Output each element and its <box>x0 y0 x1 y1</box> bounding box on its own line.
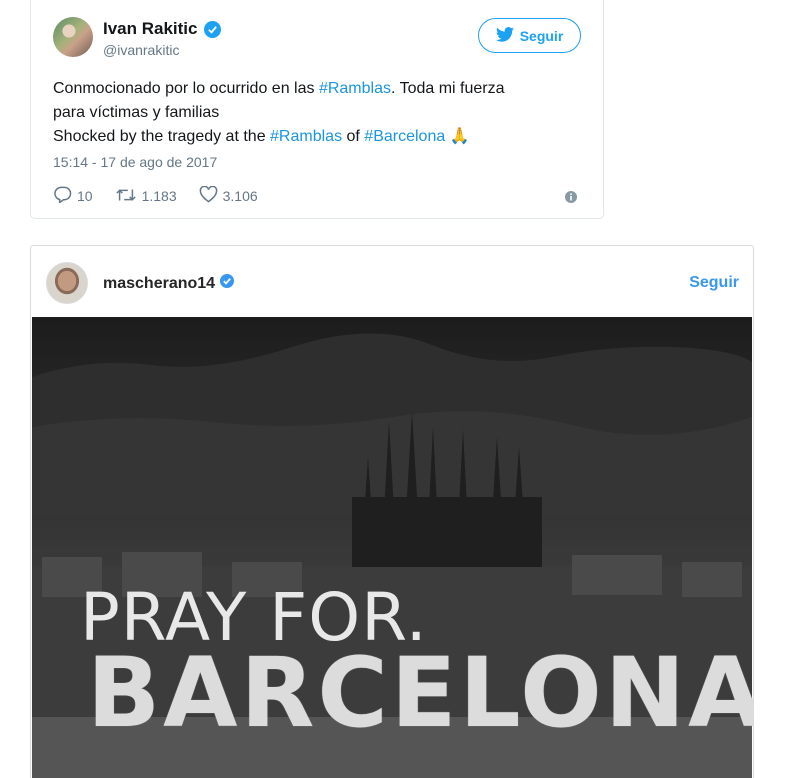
reply-count: 10 <box>77 188 93 204</box>
tweet-card: Ivan Rakitic @ivanrakitic Seguir Conmoci… <box>30 0 604 219</box>
tweet-follow-button[interactable]: Seguir <box>478 18 581 53</box>
tweet-author-handle[interactable]: @ivanrakitic <box>103 42 179 58</box>
hashtag-link[interactable]: #Ramblas <box>270 128 342 145</box>
hashtag-link[interactable]: #Barcelona <box>364 128 445 145</box>
retweet-button[interactable]: 1.183 <box>115 187 177 206</box>
heart-icon <box>199 185 218 206</box>
info-icon[interactable] <box>565 190 577 208</box>
like-button[interactable]: 3.106 <box>199 185 258 206</box>
tweet-author-name-row[interactable]: Ivan Rakitic <box>103 19 221 39</box>
tweet-text-segment: para víctimas y familias <box>53 104 220 121</box>
instagram-post-image[interactable]: PRAY FOR. BARCELONA <box>32 317 754 778</box>
retweet-icon <box>115 187 137 206</box>
instagram-follow-button[interactable]: Seguir <box>689 274 739 292</box>
instagram-username[interactable]: mascherano14 <box>103 275 215 293</box>
like-count: 3.106 <box>222 188 258 204</box>
tweet-text: Conmocionado por lo ocurrido en las #Ram… <box>53 77 583 149</box>
twitter-bird-icon <box>495 26 514 45</box>
instagram-username-row[interactable]: mascherano14 <box>103 274 235 293</box>
verified-icon <box>220 274 235 293</box>
tweet-follow-label: Seguir <box>519 27 564 44</box>
image-caption-line2: BARCELONA <box>87 637 754 749</box>
tweet-text-segment: Shocked by the tragedy at the <box>53 128 271 145</box>
reply-icon <box>53 186 72 206</box>
tweet-text-segment: . Toda mi fuerza <box>390 80 505 97</box>
tweet-timestamp[interactable]: 15:14 - 17 de ago de 2017 <box>53 154 217 170</box>
tweet-text-segment: of <box>342 128 365 145</box>
tweet-actions: 10 1.183 3.106 <box>53 185 280 206</box>
verified-icon <box>203 20 221 38</box>
tweet-author-name[interactable]: Ivan Rakitic <box>103 19 198 39</box>
reply-button[interactable]: 10 <box>53 186 93 206</box>
tweet-avatar[interactable] <box>53 17 93 57</box>
instagram-card: mascherano14 Seguir PRAY FOR. BARCELONA <box>30 245 754 778</box>
hashtag-link[interactable]: #Ramblas <box>319 80 391 97</box>
praying-hands-emoji: 🙏 <box>449 128 470 145</box>
instagram-avatar[interactable] <box>46 262 88 304</box>
tweet-text-segment: Conmocionado por lo ocurrido en las <box>53 80 319 97</box>
retweet-count: 1.183 <box>141 188 177 204</box>
